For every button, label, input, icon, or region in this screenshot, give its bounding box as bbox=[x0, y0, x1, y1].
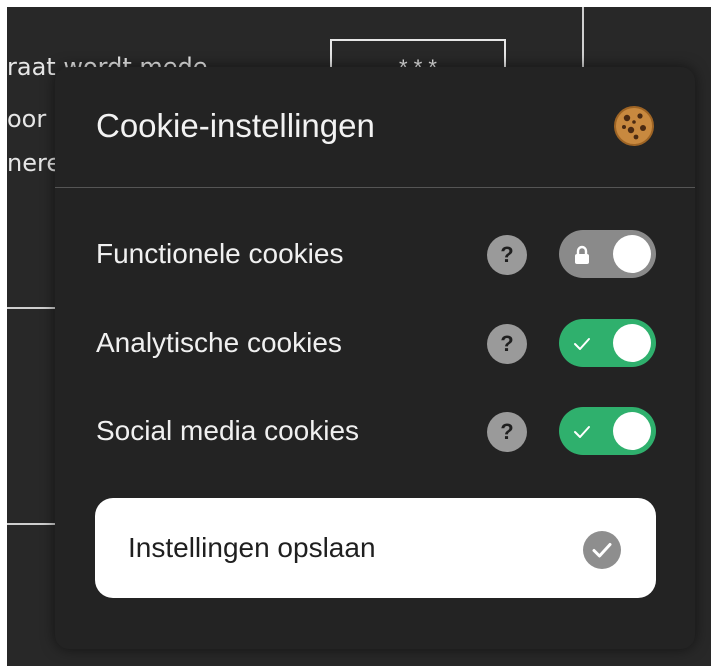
cookie-row-label: Functionele cookies bbox=[96, 238, 344, 269]
cookie-row-social-media: Social media cookies ? bbox=[55, 405, 695, 455]
background-divider bbox=[7, 523, 55, 525]
cookie-row-label: Social media cookies bbox=[96, 415, 360, 446]
check-circle-icon bbox=[583, 531, 621, 569]
save-settings-button[interactable]: Instellingen opslaan bbox=[95, 498, 656, 598]
cookie-settings-panel: Cookie-instellingen Functionele cookies … bbox=[55, 67, 695, 649]
check-icon bbox=[574, 338, 590, 350]
analytics-cookies-toggle[interactable] bbox=[559, 319, 656, 367]
background-text-line: oor bbox=[7, 105, 47, 133]
toggle-knob bbox=[613, 324, 651, 362]
panel-header: Cookie-instellingen bbox=[55, 67, 695, 188]
toggle-knob bbox=[613, 235, 651, 273]
cookie-row-functional: Functionele cookies ? bbox=[55, 228, 695, 278]
cookie-icon bbox=[614, 106, 654, 146]
background-text-line: nere bbox=[7, 149, 62, 177]
help-icon[interactable]: ? bbox=[487, 235, 527, 275]
toggle-knob bbox=[613, 412, 651, 450]
help-icon[interactable]: ? bbox=[487, 412, 527, 452]
help-icon[interactable]: ? bbox=[487, 324, 527, 364]
save-settings-label: Instellingen opslaan bbox=[128, 532, 376, 563]
cookie-row-label: Analytische cookies bbox=[96, 327, 342, 358]
lock-icon bbox=[575, 245, 589, 264]
panel-title: Cookie-instellingen bbox=[96, 107, 375, 144]
background-divider bbox=[7, 307, 55, 309]
check-icon bbox=[574, 426, 590, 438]
cookie-row-analytics: Analytische cookies ? bbox=[55, 317, 695, 367]
functional-cookies-toggle[interactable] bbox=[559, 230, 656, 278]
social-media-cookies-toggle[interactable] bbox=[559, 407, 656, 455]
